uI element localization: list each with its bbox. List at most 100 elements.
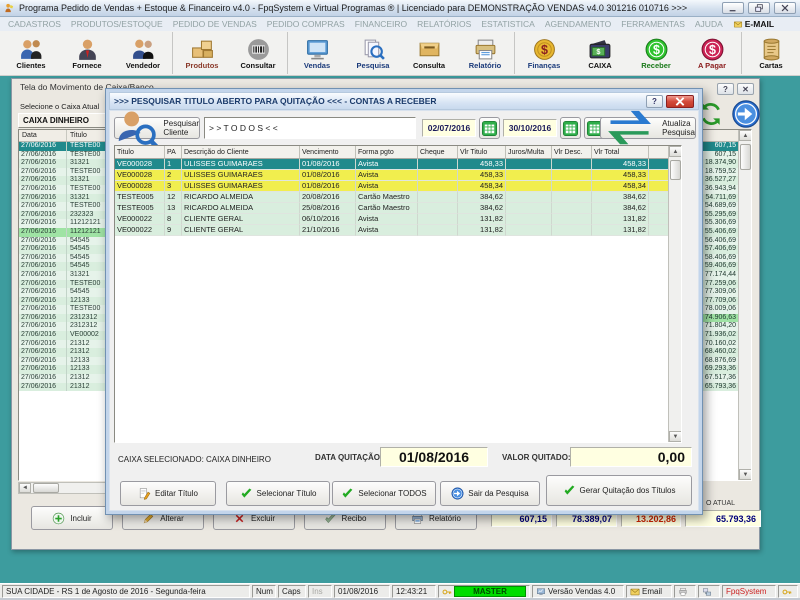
monitor-icon — [305, 37, 330, 62]
movement-close-button[interactable]: ✕ — [737, 83, 754, 95]
pesquisar-cliente-button[interactable]: Pesquisar Cliente — [114, 117, 200, 139]
table-row[interactable]: TESTE00513RICARDO ALMEIDA25/08/2016Cartã… — [115, 203, 681, 214]
toolbar-receber-button[interactable]: $Receber — [628, 32, 684, 74]
toolbar-vendas-button[interactable]: Vendas — [289, 32, 345, 74]
toolbar-vendedor-button[interactable]: Vendedor — [115, 32, 171, 74]
table-row[interactable]: VE0000228CLIENTE GERAL06/10/2016Avista13… — [115, 214, 681, 225]
calendar-to-button[interactable] — [560, 117, 581, 139]
cell-date: 27/06/2016 — [19, 194, 67, 203]
sair-da-pesquisa-button[interactable]: Sair da Pesquisa — [440, 481, 540, 506]
cell-date: 27/06/2016 — [19, 297, 67, 306]
movement-vscrollbar[interactable]: ▲ ▼ — [738, 130, 751, 480]
column-header-vlr-desc[interactable]: Vlr Desc. — [552, 146, 592, 159]
search-input[interactable] — [204, 117, 416, 139]
column-header-titulo[interactable]: Titulo — [115, 146, 165, 159]
titles-vscrollbar[interactable]: ▲ ▼ — [668, 146, 681, 442]
column-header-juros-multa[interactable]: Juros/Multa — [506, 146, 552, 159]
selecionar-t-tulo-button[interactable]: Selecionar Título — [226, 481, 330, 506]
status-panel-label: Ins — [312, 587, 323, 596]
cell-titulo: VE000022 — [115, 225, 165, 236]
restore-button[interactable] — [748, 2, 770, 14]
table-row[interactable]: TESTE00512RICARDO ALMEIDA20/08/2016Cartã… — [115, 192, 681, 203]
column-header-forma-pgto[interactable]: Forma pgto — [356, 146, 418, 159]
scroll-thumb[interactable] — [33, 483, 59, 493]
status-panel-label: Num — [256, 587, 273, 596]
column-header-descri-o-do-cliente[interactable]: Descrição do Cliente — [182, 146, 300, 159]
incluir-button[interactable]: Incluir — [31, 506, 113, 530]
data-quitacao-field[interactable]: 01/08/2016 — [380, 447, 488, 467]
minimize-button[interactable] — [722, 2, 744, 14]
column-header-vlr-titulo[interactable]: Vlr Titulo — [458, 146, 506, 159]
menu-item-pedido-de-vendas[interactable]: PEDIDO DE VENDAS — [168, 19, 262, 29]
scroll-icon — [759, 37, 784, 62]
scroll-left-icon[interactable]: ◄ — [19, 483, 31, 493]
scroll-thumb[interactable] — [670, 160, 681, 180]
toolbar-a-pagar-button[interactable]: $A Pagar — [684, 32, 740, 74]
toolbar-button-label: Vendas — [304, 62, 330, 70]
table-row[interactable]: VE0000282ULISSES GUIMARAES01/08/2016Avis… — [115, 170, 681, 181]
date-to-field[interactable]: 30/10/2016 — [503, 119, 557, 137]
scroll-thumb[interactable] — [740, 144, 751, 170]
cell-juros-multa — [506, 192, 552, 203]
column-header-cheque[interactable]: Cheque — [418, 146, 458, 159]
toolbar-caixa-button[interactable]: $CAIXA — [572, 32, 628, 74]
cell-vlr-total: 458,33 — [592, 170, 649, 181]
toolbar-produtos-button[interactable]: Produtos — [174, 32, 230, 74]
toolbar-clientes-button[interactable]: Clientes — [3, 32, 59, 74]
cell-vlr-total: 384,62 — [592, 203, 649, 214]
cell-pa: 1 — [165, 159, 182, 170]
menu-item-ferramentas[interactable]: FERRAMENTAS — [616, 19, 690, 29]
cell-cheque — [418, 170, 458, 181]
menu-item-financeiro[interactable]: FINANCEIRO — [350, 19, 412, 29]
scroll-up-icon[interactable]: ▲ — [739, 130, 752, 141]
toolbar-consultar-button[interactable]: Consultar — [230, 32, 286, 74]
cell-pa: 8 — [165, 214, 182, 225]
menu-item-ajuda[interactable]: AJUDA — [690, 19, 728, 29]
column-header-vencimento[interactable]: Vencimento — [300, 146, 356, 159]
calendar-icon — [480, 119, 499, 138]
toolbar-fornece-button[interactable]: Fornece — [59, 32, 115, 74]
toolbar-relat-rio-button[interactable]: Relatório — [457, 32, 513, 74]
cell-vlr-titulo: 384,62 — [458, 203, 506, 214]
table-row[interactable]: VE0000283ULISSES GUIMARAES01/08/2016Avis… — [115, 181, 681, 192]
calendar-from-button[interactable] — [479, 117, 500, 139]
table-row[interactable]: VE0000281ULISSES GUIMARAES01/08/2016Avis… — [115, 159, 681, 170]
menu-item-agendamento[interactable]: AGENDAMENTO — [540, 19, 616, 29]
column-header-vlr-total[interactable]: Vlr Total — [592, 146, 649, 159]
scroll-down-icon[interactable]: ▼ — [669, 431, 682, 442]
dollar-green-icon: $ — [644, 37, 669, 62]
atualiza-pesquisa-button[interactable]: Atualiza Pesquisa — [600, 117, 696, 139]
svg-text:$: $ — [596, 47, 600, 56]
toolbar-cartas-button[interactable]: Cartas — [743, 32, 799, 74]
toolbar-finan-as-button[interactable]: $Finanças — [516, 32, 572, 74]
date-from-field[interactable]: 02/07/2016 — [422, 119, 476, 137]
status-panel-version: Versão Vendas 4.0 — [532, 585, 624, 598]
dialog-close-button[interactable] — [666, 95, 694, 108]
scroll-up-icon[interactable]: ▲ — [669, 146, 682, 157]
column-header-data[interactable]: Data — [19, 130, 67, 141]
people2-icon — [131, 37, 156, 62]
menu-item-estatistica[interactable]: ESTATISTICA — [476, 19, 540, 29]
editar-t-tulo-button[interactable]: Editar Título — [120, 481, 216, 506]
menu-item-produtos-estoque[interactable]: PRODUTOS/ESTOQUE — [66, 19, 168, 29]
column-header-pa[interactable]: PA — [165, 146, 182, 159]
menu-item-cadastros[interactable]: CADASTROS — [3, 19, 66, 29]
close-button[interactable] — [774, 2, 796, 14]
menu-item-pedido-compras[interactable]: PEDIDO COMPRAS — [262, 19, 350, 29]
toolbar-group: CartasAgendaSuporte — [742, 32, 800, 74]
toolbar-pesquisa-button[interactable]: Pesquisa — [345, 32, 401, 74]
selecionar-todos-button[interactable]: Selecionar TODOS — [332, 481, 436, 506]
cell-forma-pgto: Cartão Maestro — [356, 203, 418, 214]
exit-movement-icon[interactable] — [731, 99, 761, 129]
cell-descri-o-do-cliente: CLIENTE GERAL — [182, 225, 300, 236]
status-bar: SUA CIDADE - RS 1 de Agosto de 2016 - Se… — [0, 583, 800, 598]
menu-item-e-mail[interactable]: E-MAIL — [728, 19, 779, 29]
menu-item-relat-rios[interactable]: RELATÓRIOS — [412, 19, 476, 29]
toolbar-consulta-button[interactable]: Consulta — [401, 32, 457, 74]
table-row[interactable]: VE0000229CLIENTE GERAL21/10/2016Avista13… — [115, 225, 681, 236]
cell-juros-multa — [506, 181, 552, 192]
movement-help-button[interactable]: ? — [717, 83, 734, 95]
cell-titulo: TESTE005 — [115, 192, 165, 203]
gerar-quita-o-dos-t-tulos-button[interactable]: Gerar Quitação dos Títulos — [546, 475, 692, 506]
scroll-down-icon[interactable]: ▼ — [739, 469, 752, 480]
